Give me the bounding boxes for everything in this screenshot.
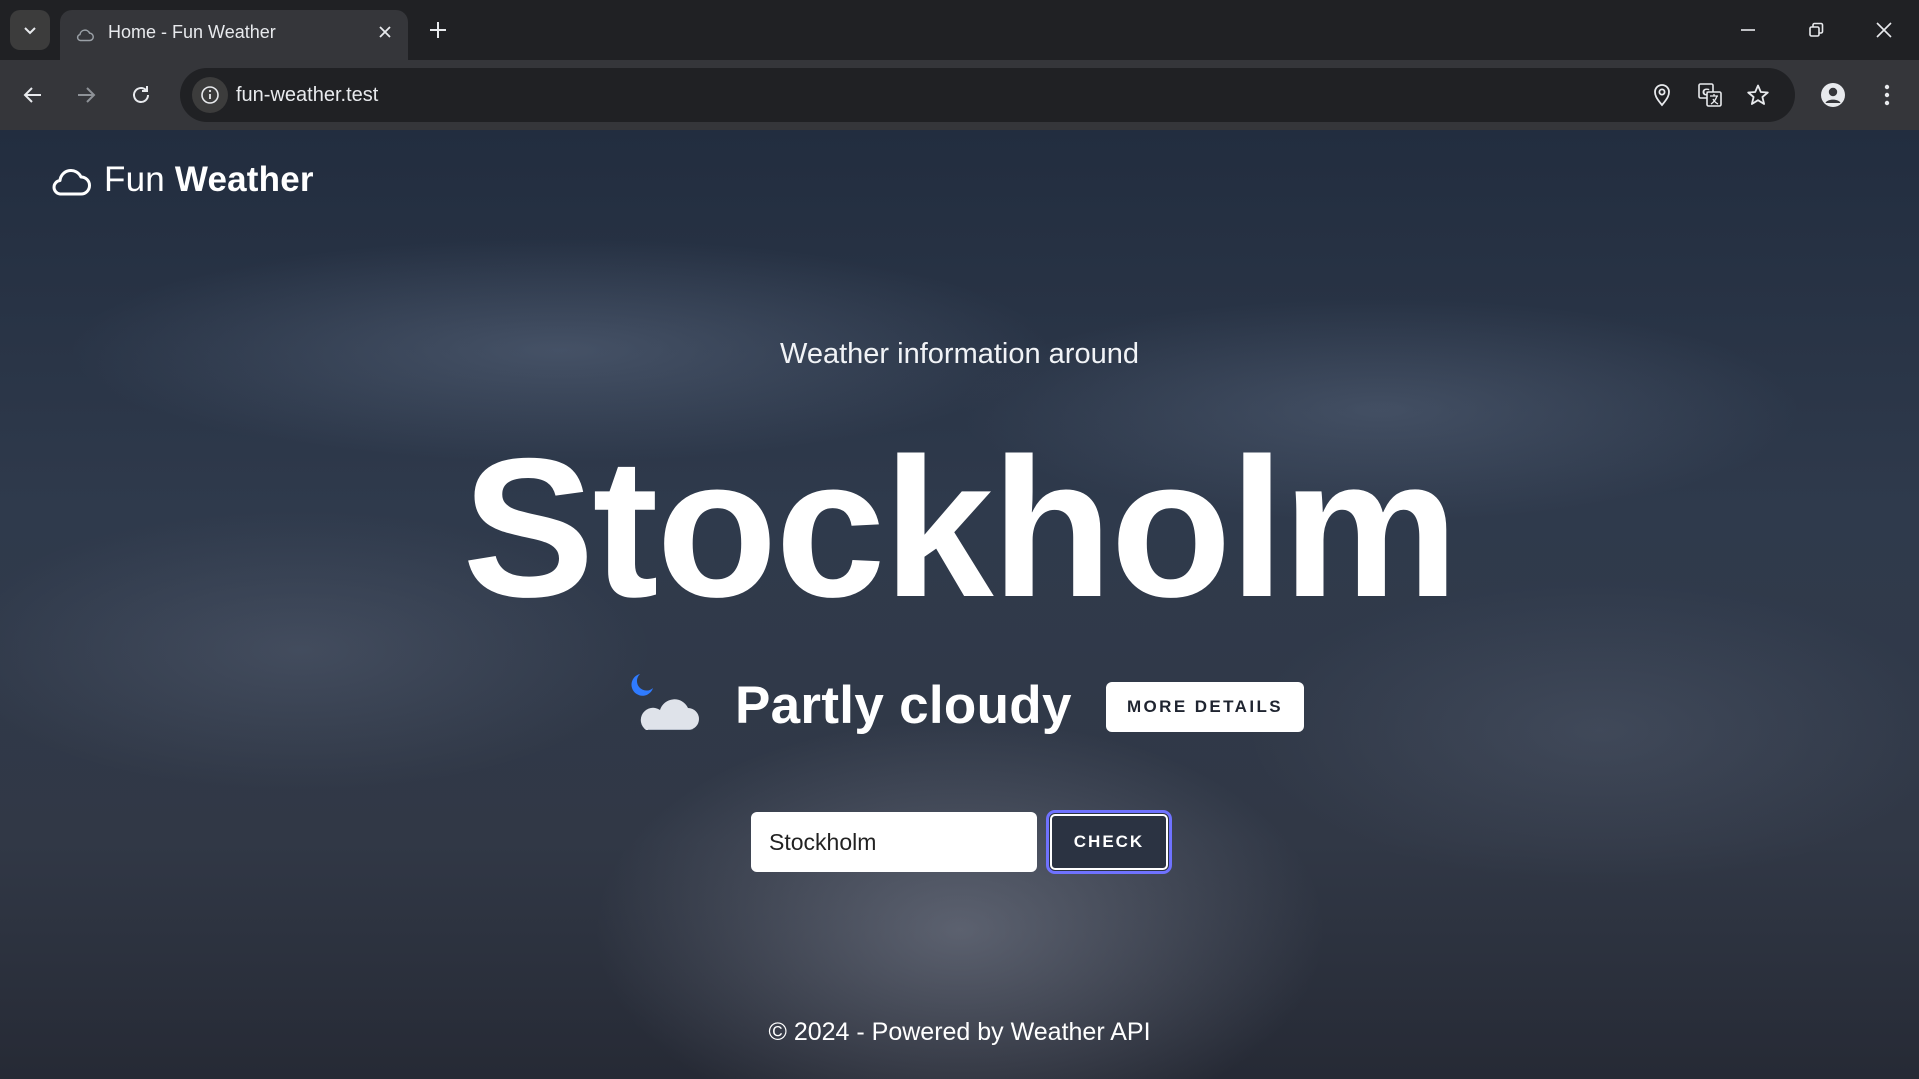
condition-text: Partly cloudy <box>735 676 1072 735</box>
brand-name-bold: Weather <box>174 160 314 199</box>
browser-toolbar: fun-weather.test G <box>0 60 1919 130</box>
more-details-button[interactable]: MORE DETAILS <box>1106 682 1304 732</box>
arrow-left-icon <box>23 87 41 103</box>
tab-title: Home - Fun Weather <box>108 22 276 42</box>
tab-search-button[interactable] <box>10 10 50 50</box>
reload-icon <box>133 86 149 103</box>
city-name: Stockholm <box>462 417 1458 638</box>
subtitle: Weather information around <box>780 338 1139 370</box>
star-icon <box>1747 84 1769 105</box>
city-search-input[interactable] <box>751 812 1037 872</box>
reload-button[interactable] <box>121 75 161 115</box>
weather-condition: Partly cloudy MORE DETAILS <box>0 666 1919 746</box>
close-window-button[interactable] <box>1850 0 1918 60</box>
kebab-menu-icon <box>1884 84 1890 106</box>
footer-text: © 2024 - Powered by Weather API <box>768 1018 1151 1046</box>
brand-logo[interactable]: Fun Weather <box>48 158 314 202</box>
cloud-favicon-icon <box>76 29 94 42</box>
close-icon <box>1876 22 1892 38</box>
browser-tab[interactable]: Home - Fun Weather <box>60 10 408 60</box>
url-text[interactable]: fun-weather.test <box>236 68 378 122</box>
page-content: Fun Weather Weather information around S… <box>0 130 1919 1079</box>
tab-strip: Home - Fun Weather <box>0 0 1919 60</box>
arrow-right-icon <box>78 87 96 103</box>
info-icon <box>201 86 219 104</box>
location-pin-icon <box>1654 84 1670 107</box>
minimize-button[interactable] <box>1714 0 1782 60</box>
site-info-button[interactable] <box>192 77 228 113</box>
forward-button[interactable] <box>66 75 106 115</box>
cloud-icon <box>52 169 91 196</box>
check-button[interactable]: CHECK <box>1046 810 1172 874</box>
brand-name: Fun Weather <box>104 160 314 200</box>
browser-menu-button[interactable] <box>1867 75 1907 115</box>
brand-name-light: Fun <box>104 160 165 199</box>
tab-close-button[interactable] <box>374 21 396 43</box>
back-button[interactable] <box>13 75 53 115</box>
partly-cloudy-night-icon <box>631 674 699 731</box>
minimize-icon <box>1741 29 1755 31</box>
translate-button[interactable]: G <box>1694 79 1726 111</box>
restore-button[interactable] <box>1782 0 1850 60</box>
close-icon <box>379 26 391 38</box>
restore-icon <box>1809 22 1824 37</box>
profile-button[interactable] <box>1813 75 1853 115</box>
new-tab-button[interactable] <box>424 16 452 44</box>
plus-icon <box>430 22 446 38</box>
translate-icon: G <box>1698 83 1722 107</box>
person-icon <box>1821 83 1845 107</box>
address-bar[interactable]: fun-weather.test G <box>180 68 1795 122</box>
chevron-down-icon <box>24 27 36 35</box>
bookmark-button[interactable] <box>1742 79 1774 111</box>
location-button[interactable] <box>1646 79 1678 111</box>
